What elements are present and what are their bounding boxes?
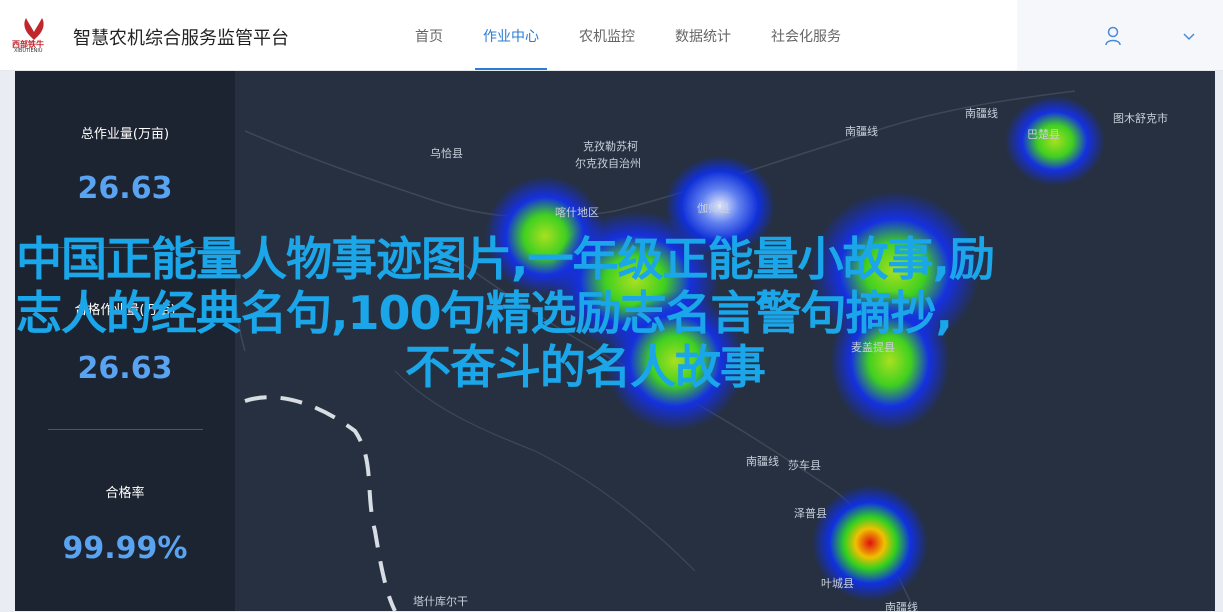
- overlay-line-1: 中国正能量人物事迹图片,一年级正能量小故事,励: [16, 232, 995, 286]
- main-nav: 首页 作业中心 农机监控 数据统计 社会化服务: [395, 0, 861, 70]
- place-label: 图木舒克市: [1113, 112, 1168, 125]
- nav-home[interactable]: 首页: [395, 0, 463, 70]
- overlay-line-2: 志人的经典名句,100句精选励志名言警句摘抄,: [16, 286, 953, 340]
- stats-panel: 总作业量(万亩) 26.63 合格作业量(万亩) 26.63 合格率 99.99…: [15, 71, 235, 611]
- place-label: 喀什地区: [555, 206, 599, 219]
- stat-qualified-value: 26.63: [77, 351, 173, 386]
- place-label: 巴楚县: [1027, 128, 1060, 141]
- place-label: 叶城县: [821, 577, 854, 590]
- place-label: 南疆线: [965, 107, 998, 120]
- stat-rate-label: 合格率: [105, 486, 145, 501]
- place-label: 泽普县: [794, 507, 827, 520]
- chevron-down-icon[interactable]: [1182, 31, 1196, 41]
- place-label: 乌恰县: [430, 147, 463, 160]
- app-title: 智慧农机综合服务监管平台: [73, 28, 289, 49]
- stat-total-value: 26.63: [77, 171, 173, 206]
- stat-rate-value: 99.99%: [62, 531, 188, 566]
- place-label: 麦盖提县: [851, 341, 895, 354]
- divider: [48, 429, 203, 430]
- place-label: 莎车县: [788, 459, 821, 472]
- place-label: 南疆线: [746, 455, 779, 468]
- nav-statistics[interactable]: 数据统计: [655, 0, 751, 70]
- nav-social-service[interactable]: 社会化服务: [751, 0, 861, 70]
- place-label: 南疆线: [885, 601, 918, 611]
- place-label: 南疆线: [845, 125, 878, 138]
- place-label: 克孜勒苏柯: [583, 140, 638, 153]
- stat-total-label: 总作业量(万亩): [80, 127, 170, 142]
- brand-sub: XIBUTIENIU: [14, 48, 43, 54]
- top-bar: 西部铁牛 XIBUTIENIU 智慧农机综合服务监管平台 首页 作业中心 农机监…: [0, 0, 1223, 71]
- nav-operation-center[interactable]: 作业中心: [463, 0, 559, 70]
- place-label: 尔克孜自治州: [575, 157, 641, 170]
- place-label: 伽师县: [697, 202, 730, 215]
- nav-machine-monitor[interactable]: 农机监控: [559, 0, 655, 70]
- user-icon[interactable]: [1104, 26, 1124, 46]
- place-label: 塔什库尔干: [413, 595, 468, 608]
- overlay-line-3: 不奋斗的名人故事: [405, 340, 766, 394]
